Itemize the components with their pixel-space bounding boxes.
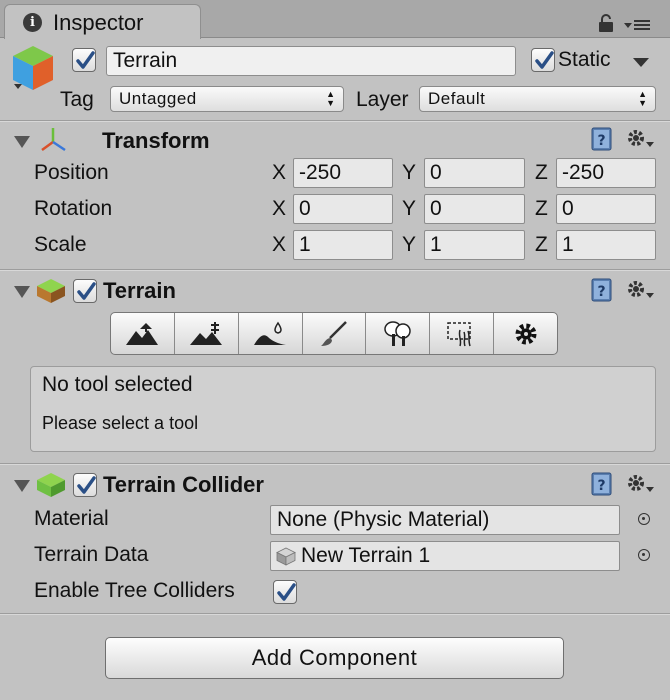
rotation-y-field[interactable]: 0 xyxy=(424,194,525,224)
panel-menu-icon[interactable] xyxy=(624,18,652,32)
paint-details-button[interactable] xyxy=(430,313,495,354)
gameobject-header: Terrain Static Tag Untagged ▲ ▼ Layer Defa… xyxy=(0,38,670,120)
gear-icon[interactable] xyxy=(625,127,655,151)
separator xyxy=(0,120,670,122)
axis-x-label: X xyxy=(272,161,287,184)
axis-z-label: Z xyxy=(535,233,548,256)
enable-tree-colliders-checkbox[interactable] xyxy=(273,580,297,604)
object-picker-icon[interactable] xyxy=(638,513,650,525)
static-checkbox[interactable] xyxy=(531,48,555,72)
terrain-data-label: Terrain Data xyxy=(34,543,149,566)
object-name-field[interactable]: Terrain xyxy=(106,46,516,76)
paint-texture-icon xyxy=(321,320,347,346)
material-label: Material xyxy=(34,507,109,530)
layer-value: Default xyxy=(428,89,486,108)
terrain-collider-foldout-icon[interactable] xyxy=(14,480,30,492)
add-component-button[interactable]: Add Component xyxy=(105,637,564,679)
smooth-height-icon xyxy=(254,321,287,345)
smooth-height-button[interactable] xyxy=(239,313,303,354)
rotation-label: Rotation xyxy=(34,197,113,220)
position-z-field[interactable]: -250 xyxy=(556,158,656,188)
help-book-icon[interactable]: ? xyxy=(591,127,613,151)
position-label: Position xyxy=(34,161,109,184)
info-icon: i xyxy=(23,13,42,32)
axis-y-label: Y xyxy=(402,161,417,184)
gameobject-icon[interactable] xyxy=(10,44,56,94)
scale-z-field[interactable]: 1 xyxy=(556,230,656,260)
separator xyxy=(0,463,670,465)
static-dropdown-icon[interactable] xyxy=(633,58,649,68)
separator xyxy=(0,269,670,271)
transform-foldout-icon[interactable] xyxy=(14,136,30,148)
tab-title: Inspector xyxy=(53,10,144,35)
separator xyxy=(0,613,670,615)
help-text: Please select a tool xyxy=(42,413,199,433)
paint-height-button[interactable] xyxy=(175,313,239,354)
terrain-collider-enabled-checkbox[interactable] xyxy=(73,473,97,497)
active-checkbox[interactable] xyxy=(72,48,96,72)
terrain-toolbar xyxy=(110,312,558,355)
svg-text:?: ? xyxy=(597,284,605,300)
scale-x-field[interactable]: 1 xyxy=(293,230,393,260)
tag-value: Untagged xyxy=(119,89,197,108)
terrain-icon xyxy=(37,279,65,303)
enable-tree-colliders-label: Enable Tree Colliders xyxy=(34,579,235,602)
svg-text:?: ? xyxy=(597,133,605,149)
help-title: No tool selected xyxy=(42,373,193,396)
rotation-z-field[interactable]: 0 xyxy=(556,194,656,224)
help-book-icon[interactable]: ? xyxy=(591,472,613,496)
terrain-data-field[interactable]: New Terrain 1 xyxy=(270,541,620,571)
raise-lower-icon xyxy=(126,322,159,345)
rotation-x-field[interactable]: 0 xyxy=(293,194,393,224)
axis-x-label: X xyxy=(272,197,287,220)
updown-arrow-icon: ▲ ▼ xyxy=(638,89,647,108)
axis-y-label: Y xyxy=(402,197,417,220)
lock-icon[interactable] xyxy=(598,14,614,32)
terrain-data-value: New Terrain 1 xyxy=(301,544,431,567)
tag-label: Tag xyxy=(60,88,94,111)
scale-label: Scale xyxy=(34,233,87,256)
static-label: Static xyxy=(558,48,611,71)
layer-label: Layer xyxy=(356,88,409,111)
tag-dropdown[interactable]: Untagged ▲ ▼ xyxy=(110,86,344,112)
axis-z-label: Z xyxy=(535,161,548,184)
tab-bar: i Inspector xyxy=(0,0,670,39)
terrain-enabled-checkbox[interactable] xyxy=(73,279,97,303)
help-book-icon[interactable]: ? xyxy=(591,278,613,302)
paint-details-icon xyxy=(446,321,471,346)
terrain-collider-icon xyxy=(37,473,65,497)
terrain-data-asset-icon xyxy=(276,547,296,566)
terrain-collider-title: Terrain Collider xyxy=(103,472,264,497)
updown-arrow-icon: ▲ ▼ xyxy=(326,89,335,108)
terrain-foldout-icon[interactable] xyxy=(14,286,30,298)
place-trees-button[interactable] xyxy=(366,313,431,354)
svg-text:?: ? xyxy=(597,478,605,494)
gear-icon[interactable] xyxy=(625,472,655,496)
terrain-settings-button[interactable] xyxy=(494,313,557,354)
transform-title: Transform xyxy=(102,128,210,153)
material-field[interactable]: None (Physic Material) xyxy=(270,505,620,535)
scale-y-field[interactable]: 1 xyxy=(424,230,525,260)
place-trees-icon xyxy=(384,320,411,346)
axis-x-label: X xyxy=(272,233,287,256)
gear-icon[interactable] xyxy=(625,278,655,302)
axis-z-label: Z xyxy=(535,197,548,220)
layer-dropdown[interactable]: Default ▲ ▼ xyxy=(419,86,656,112)
settings-icon xyxy=(515,323,537,344)
terrain-help-box: No tool selected Please select a tool xyxy=(30,366,656,452)
position-y-field[interactable]: 0 xyxy=(424,158,525,188)
terrain-title: Terrain xyxy=(103,278,176,303)
paint-height-icon xyxy=(190,321,223,345)
object-picker-icon[interactable] xyxy=(638,549,650,561)
transform-icon xyxy=(41,128,66,152)
raise-lower-button[interactable] xyxy=(111,313,175,354)
tab-inspector[interactable]: i Inspector xyxy=(4,4,201,39)
axis-y-label: Y xyxy=(402,233,417,256)
position-x-field[interactable]: -250 xyxy=(293,158,393,188)
paint-texture-button[interactable] xyxy=(303,313,367,354)
